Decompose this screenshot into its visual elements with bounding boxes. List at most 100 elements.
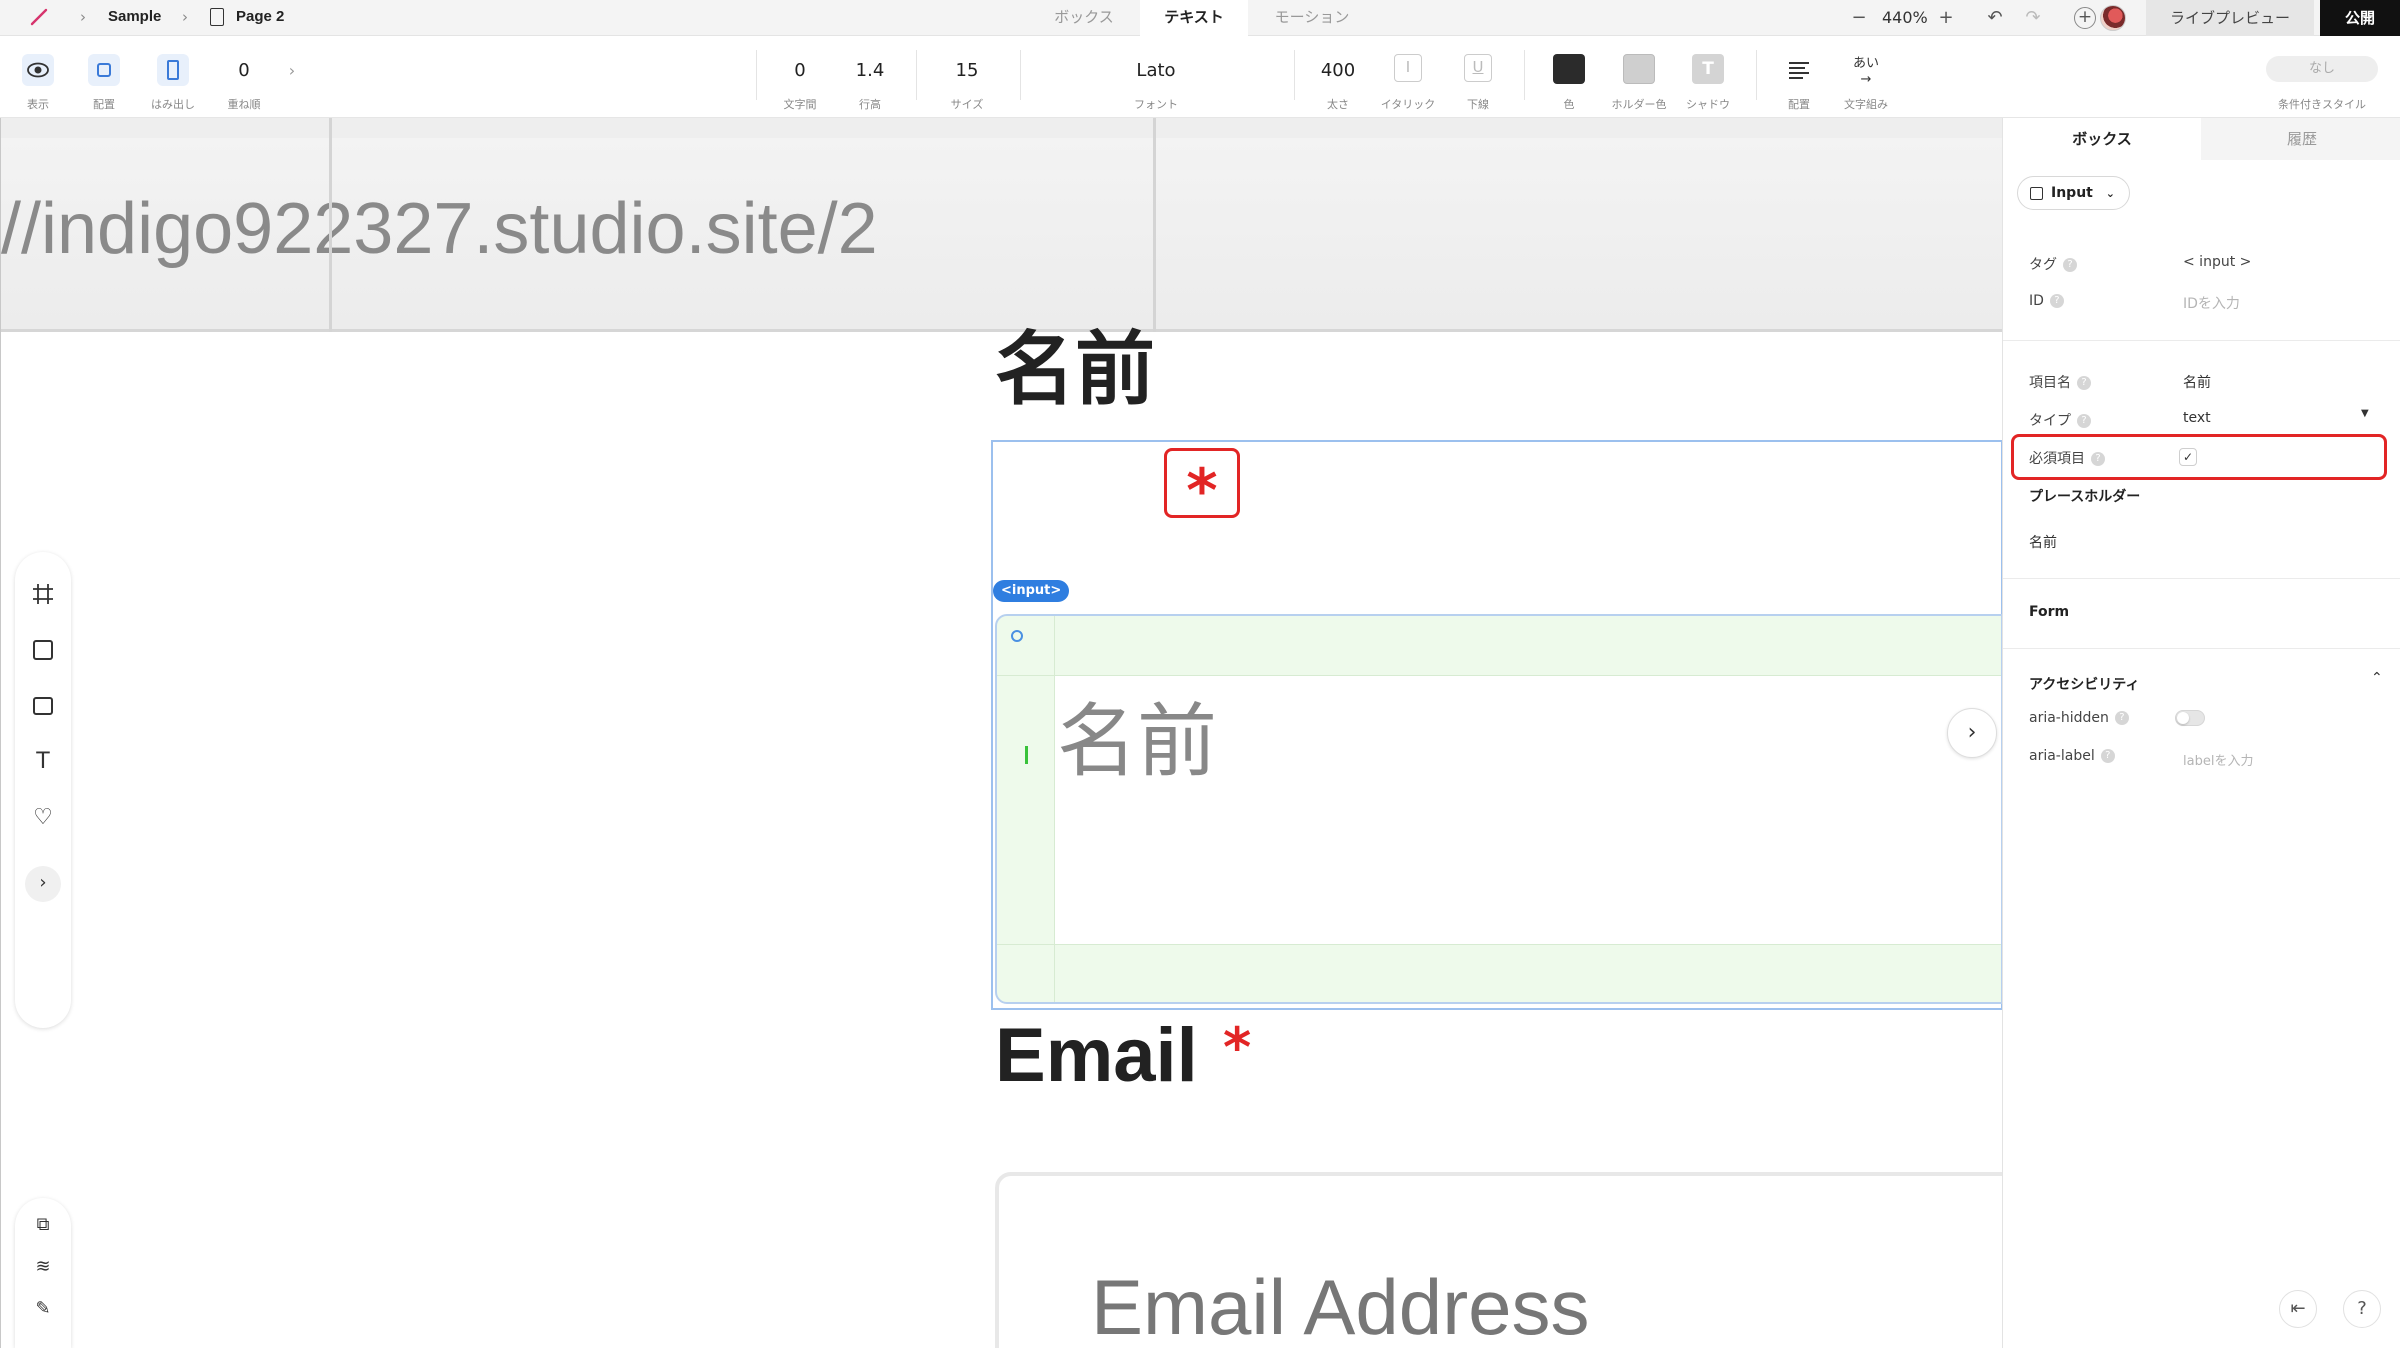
- help-icon[interactable]: ?: [2049, 294, 2064, 308]
- breadcrumb-project[interactable]: Sample: [108, 8, 161, 25]
- chevron-right-icon[interactable]: ›: [282, 36, 302, 118]
- studio-logo-icon[interactable]: [28, 6, 50, 28]
- line-height-tool[interactable]: 1.4 行高: [846, 36, 894, 118]
- user-avatar[interactable]: [2100, 5, 2126, 31]
- name-field-label[interactable]: 名前: [995, 330, 1155, 410]
- help-icon[interactable]: ?: [2114, 711, 2129, 725]
- layout-tool[interactable]: 配置: [84, 36, 124, 118]
- tab-history[interactable]: 履歴: [2203, 118, 2400, 160]
- help-icon[interactable]: ?: [2100, 749, 2115, 763]
- help-button[interactable]: ?: [2343, 1290, 2381, 1328]
- layers-icon[interactable]: ≋: [15, 1246, 71, 1288]
- type-select[interactable]: text: [2183, 410, 2211, 426]
- zoom-out-icon[interactable]: −: [1848, 7, 1870, 29]
- chevron-right-icon: ›: [182, 8, 188, 26]
- tag-value[interactable]: < input >: [2183, 254, 2251, 270]
- frame-icon[interactable]: [15, 566, 71, 622]
- expand-rail-button[interactable]: ›: [15, 856, 71, 912]
- padding-marker[interactable]: [1025, 746, 1028, 764]
- undo-icon[interactable]: ↶: [1984, 7, 2006, 29]
- box-icon[interactable]: [15, 622, 71, 678]
- padding-bottom[interactable]: [997, 944, 2001, 1002]
- chevron-up-icon[interactable]: ⌃: [2371, 670, 2383, 686]
- tab-box[interactable]: ボックス: [2003, 118, 2201, 160]
- italic-tool[interactable]: I イタリック: [1378, 36, 1438, 118]
- aria-hidden-label: aria-hidden?: [2029, 710, 2129, 726]
- font-size-tool[interactable]: 15 サイズ: [942, 36, 992, 118]
- mode-tab-text[interactable]: テキスト: [1140, 0, 1248, 36]
- properties-toolbar: 表示 配置 はみ出し 0 重ね順 › 0 文字間 1.4 行高 15 サイズ L…: [0, 36, 2400, 118]
- site-url-text: //indigo922327.studio.site/2: [1, 189, 878, 269]
- grid-line: [329, 118, 332, 332]
- origin-handle-icon[interactable]: [1011, 630, 1023, 642]
- pages-icon[interactable]: ⧉: [15, 1204, 71, 1246]
- holder-color-swatch: [1623, 54, 1655, 84]
- help-icon[interactable]: ?: [2091, 452, 2105, 466]
- layout-icon: [88, 54, 120, 86]
- mode-tab-motion[interactable]: モーション: [1258, 0, 1366, 36]
- required-checkbox[interactable]: ✓: [2179, 448, 2197, 466]
- view-tool[interactable]: 表示: [14, 36, 62, 118]
- heart-icon[interactable]: ♡: [15, 790, 71, 846]
- text-color-tool[interactable]: 色: [1546, 36, 1592, 118]
- url-section[interactable]: //indigo922327.studio.site/2: [1, 138, 2002, 332]
- help-icon[interactable]: ?: [2063, 258, 2077, 272]
- typeset-tool[interactable]: あい → 文字組み: [1836, 36, 1896, 118]
- italic-icon: I: [1394, 54, 1422, 82]
- pen-icon[interactable]: ✎: [15, 1288, 71, 1330]
- input-tag-badge[interactable]: <input>: [993, 580, 1070, 602]
- field-name-input[interactable]: 名前: [2183, 372, 2211, 392]
- email-field-label[interactable]: Email: [995, 1018, 1198, 1094]
- collapse-panel-icon[interactable]: ⇤: [2279, 1290, 2317, 1328]
- live-preview-button[interactable]: ライブプレビュー: [2146, 0, 2314, 36]
- font-weight-tool[interactable]: 400 太さ: [1312, 36, 1364, 118]
- design-canvas[interactable]: //indigo922327.studio.site/2 名前 * <input…: [0, 118, 2002, 1348]
- text-align-tool[interactable]: 配置: [1778, 36, 1820, 118]
- aria-label-label: aria-label?: [2029, 748, 2115, 764]
- aria-label-input[interactable]: labelを入力: [2183, 750, 2253, 769]
- email-placeholder: Email Address: [1091, 1263, 1590, 1348]
- name-placeholder: 名前: [1057, 695, 1217, 788]
- aria-hidden-toggle[interactable]: [2175, 710, 2205, 726]
- publish-button[interactable]: 公開: [2320, 0, 2400, 36]
- align-left-icon: [1783, 54, 1815, 86]
- font-family-tool[interactable]: Lato フォント: [1100, 36, 1212, 118]
- form-section-label[interactable]: Form: [2029, 604, 2069, 620]
- text-icon[interactable]: T: [15, 734, 71, 790]
- underline-icon: U: [1464, 54, 1492, 82]
- eye-icon: [22, 54, 54, 86]
- text-color-swatch: [1553, 54, 1585, 84]
- caret-down-icon[interactable]: ▼: [2361, 408, 2369, 419]
- zoom-level[interactable]: 440%: [1882, 0, 1928, 36]
- overflow-icon: [157, 54, 189, 86]
- type-label: タイプ?: [2029, 410, 2091, 430]
- field-name-label: 項目名?: [2029, 372, 2091, 392]
- required-label: 必須項目?: [2029, 448, 2105, 468]
- shadow-tool[interactable]: T シャドウ: [1680, 36, 1736, 118]
- holder-color-tool[interactable]: ホルダー色: [1606, 36, 1672, 118]
- image-icon[interactable]: [15, 678, 71, 734]
- zoom-in-icon[interactable]: +: [1935, 7, 1957, 29]
- chevron-right-icon: ›: [80, 8, 86, 26]
- padding-top[interactable]: [997, 616, 2001, 676]
- element-type-dropdown[interactable]: Input ⌄: [2017, 176, 2130, 210]
- help-icon[interactable]: ?: [2077, 414, 2091, 428]
- chevron-right-icon: ›: [25, 866, 61, 902]
- add-collaborator-icon[interactable]: +: [2074, 7, 2096, 29]
- name-input-box[interactable]: 名前: [995, 614, 2002, 1004]
- mode-tab-box[interactable]: ボックス: [1036, 0, 1132, 36]
- letter-spacing-tool[interactable]: 0 文字間: [776, 36, 824, 118]
- z-index-tool[interactable]: 0 重ね順: [222, 36, 266, 118]
- chevron-down-icon: ⌄: [2105, 187, 2115, 200]
- placeholder-input[interactable]: 名前: [2029, 532, 2057, 552]
- conditional-style-tool[interactable]: なし 条件付きスタイル: [2256, 36, 2388, 118]
- underline-tool[interactable]: U 下線: [1454, 36, 1502, 118]
- redo-icon[interactable]: ↷: [2022, 7, 2044, 29]
- input-element-icon: [2030, 186, 2043, 200]
- id-input[interactable]: IDを入力: [2183, 293, 2240, 313]
- breadcrumb-page[interactable]: Page 2: [236, 8, 284, 25]
- help-icon[interactable]: ?: [2077, 376, 2091, 390]
- overflow-tool[interactable]: はみ出し: [146, 36, 200, 118]
- accessibility-section-label[interactable]: アクセシビリティ: [2029, 674, 2139, 694]
- chevron-right-icon[interactable]: ›: [1947, 708, 1997, 758]
